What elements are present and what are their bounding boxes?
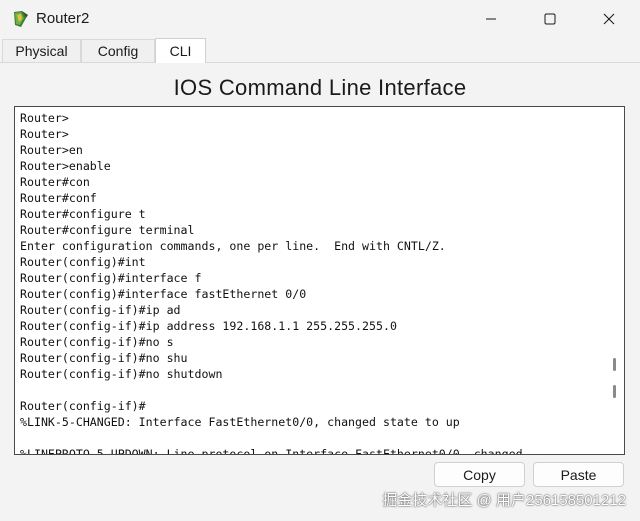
terminal-line: Router(config)#int: [20, 255, 146, 269]
packet-tracer-router-icon: [14, 11, 28, 27]
scroll-thumb-segment: [613, 358, 616, 371]
maximize-button[interactable]: [527, 0, 573, 38]
terminal-line: Router(config-if)#no shu: [20, 351, 188, 365]
panel-title: IOS Command Line Interface: [173, 75, 467, 100]
terminal-line: Router#configure t: [20, 207, 146, 221]
terminal-line: Router(config-if)#no s: [20, 335, 174, 349]
paste-button[interactable]: Paste: [533, 462, 624, 487]
terminal-line: Router(config-if)#ip ad: [20, 303, 181, 317]
tab-physical[interactable]: Physical: [2, 39, 81, 62]
scroll-thumb-segment: [613, 385, 616, 398]
terminal-line: Enter configuration commands, one per li…: [20, 239, 446, 253]
terminal-line: Router(config)#interface fastEthernet 0/…: [20, 287, 307, 301]
cli-panel: IOS Command Line Interface Router> Router…: [0, 63, 640, 521]
terminal-line: Router(config-if)#no shutdown: [20, 367, 223, 381]
terminal-line: Router>en: [20, 143, 83, 157]
scrollbar-thumb[interactable]: [613, 358, 616, 398]
terminal-line: Router(config-if)#: [20, 399, 146, 413]
terminal-line: Router>: [20, 127, 69, 141]
router2-window: Router2 Physical Config CLI IOS Command …: [0, 0, 640, 521]
maximize-icon: [544, 13, 556, 25]
terminal-line: %LINEPROTO-5-UPDOWN: Line protocol on In…: [20, 447, 523, 455]
tab-cli[interactable]: CLI: [155, 38, 206, 63]
title-bar[interactable]: Router2: [0, 0, 640, 38]
terminal-line: Router>enable: [20, 159, 111, 173]
terminal-line: Router#con: [20, 175, 90, 189]
tab-strip: Physical Config CLI: [0, 38, 640, 63]
terminal-output: Router> Router> Router>en Router>enable Rout…: [20, 110, 600, 455]
terminal-line: %LINK-5-CHANGED: Interface FastEthernet0…: [20, 415, 460, 429]
terminal-line: Router(config)#interface f: [20, 271, 202, 285]
terminal-line: Router>: [20, 111, 69, 125]
terminal-line: Router#conf: [20, 191, 97, 205]
terminal-line: Router(config-if)#ip address 192.168.1.1…: [20, 319, 397, 333]
window-title: Router2: [36, 10, 90, 27]
minimize-button[interactable]: [468, 0, 514, 38]
terminal-scrollbar[interactable]: [605, 107, 624, 454]
copy-button[interactable]: Copy: [434, 462, 525, 487]
close-icon: [603, 13, 615, 25]
close-button[interactable]: [586, 0, 632, 38]
watermark: 掘金技术社区 @ 用户2561585012​12: [382, 492, 626, 509]
tab-config[interactable]: Config: [81, 39, 155, 62]
cli-terminal[interactable]: Router> Router> Router>en Router>enable Rout…: [14, 106, 625, 455]
terminal-line: Router#configure terminal: [20, 223, 195, 237]
minimize-icon: [486, 18, 496, 20]
